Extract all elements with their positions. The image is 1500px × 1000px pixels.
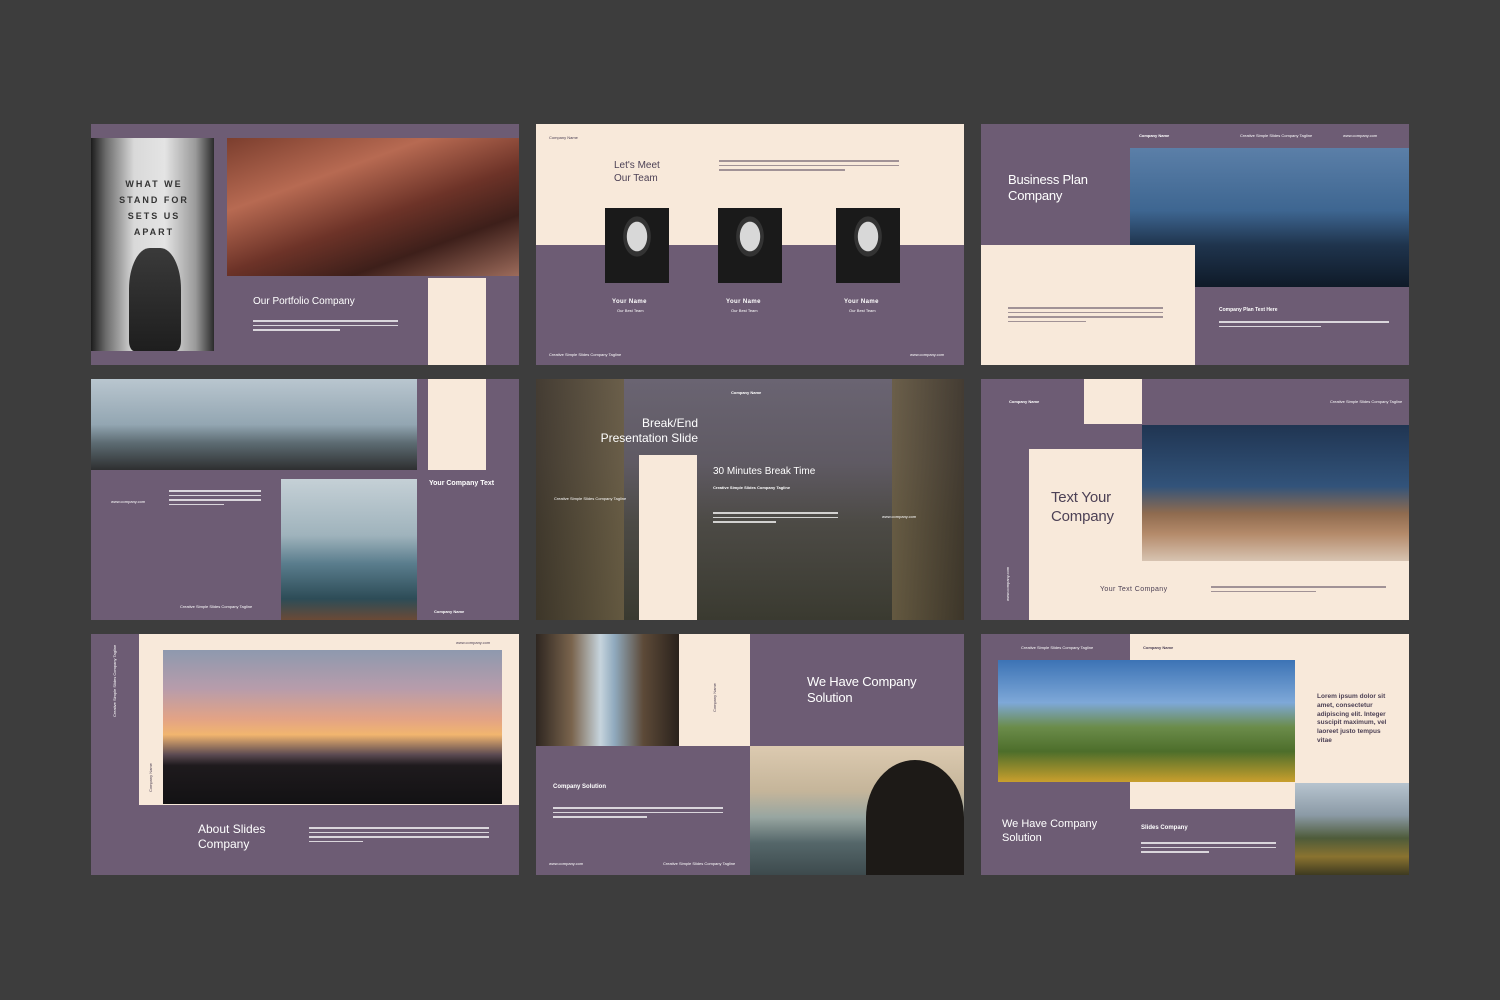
sunset-photo [163,650,502,804]
solution-title: We Have Company Solution [807,674,917,705]
footer-tagline: Creative Simple Slides Company Tagline [663,861,736,866]
member-photo-1 [605,208,669,283]
footer-website: www.company.com [549,861,584,866]
slide-about[interactable]: www.company.com Creative Simple Slides C… [91,634,519,875]
your-company-title: Your Company Text [429,480,495,487]
surf-photo [750,746,964,875]
vertical-company: Company Name [712,683,717,712]
slide-text-company[interactable]: Company Name Creative Simple Slides Comp… [981,379,1409,620]
footer-company: Company Name [434,609,465,614]
member-role-2: Our Best Team [731,308,758,313]
quote-text: Lorem ipsum dolor sit amet, consectetur … [1317,693,1387,744]
slide-we-have[interactable]: Creative Simple Slides Company Tagline C… [981,634,1409,875]
we-have-body [1141,842,1276,853]
about-title: About Slides Company [198,822,266,851]
slide-business-plan[interactable]: Company Name Creative Simple Slides Comp… [981,124,1409,365]
member-role-1: Our Best Team [617,308,644,313]
plan-body [1008,307,1163,323]
company-name: Company Name [549,135,578,140]
slide-break[interactable]: Company Name Break/End Presentation Slid… [536,379,964,620]
break-website: www.company.com [882,514,917,519]
slide-portfolio[interactable]: WHAT WE STAND FOR SETS US APART Our Port… [91,124,519,365]
cave-photo [536,634,679,746]
header-tagline: Creative Simple Slides Company Tagline [1330,399,1403,404]
team-title: Let's Meet Our Team [614,160,660,184]
cream-block [428,278,486,365]
meadow-photo [998,660,1295,782]
sign-text: WHAT WE STAND FOR SETS US APART [119,179,189,237]
canyon-photo [227,138,519,276]
cream-block [981,245,1195,365]
slides-company-subtitle: Slides Company [1141,825,1188,831]
member-photo-2 [718,208,782,283]
beach-photo [91,379,417,470]
lake-photo [281,479,417,620]
business-title: Business Plan Company [1008,172,1088,203]
person-silhouette [866,760,964,875]
break-title: Break/End Presentation Slide [600,416,698,445]
vertical-company: Company Name [148,763,153,792]
cream-block [428,379,486,470]
member-name-1: Your Name [612,299,647,305]
about-body [309,827,489,843]
flowers-photo [1295,783,1409,875]
sign-photo: WHAT WE STAND FOR SETS US APART [91,138,214,351]
cream-block [639,455,697,620]
plan-subtitle: Company Plan Text Here [1219,307,1278,313]
tent-right [892,379,964,620]
member-name-2: Your Name [726,299,761,305]
portfolio-body [253,320,398,331]
company-name: Company Name [1143,645,1174,650]
slide-team[interactable]: Company Name Let's Meet Our Team Your Na… [536,124,964,365]
body-text [169,490,261,506]
member-photo-3 [836,208,900,283]
company-name: Company Name [731,390,762,395]
slide-solution[interactable]: Company Name We Have Company Solution Co… [536,634,964,875]
vertical-tagline: Creative Simple Slides Company Tagline [112,644,117,717]
footer-tagline: Creative Simple Slides Company Tagline [180,604,253,609]
text-company-title: Text Your Company [1051,489,1114,525]
company-name: Company Name [1139,133,1170,138]
break-subtitle: 30 Minutes Break Time [713,466,816,477]
company-name: Company Name [1009,399,1040,404]
rocks-photo [1142,425,1409,561]
text-company-subtitle: Your Text Company [1100,586,1168,593]
break-tagline: Creative Simple Slides Company Tagline [713,485,791,490]
member-role-3: Our Best Team [849,308,876,313]
solution-body [553,807,723,818]
plan-subtitle-body [1219,321,1389,328]
header-website: www.company.com [1343,133,1378,138]
header-tagline: Creative Simple Slides Company Tagline [1240,133,1313,138]
footer-website: www.company.com [910,352,945,357]
left-tagline: Creative Simple Slides Company Tagline [554,496,627,501]
portfolio-title: Our Portfolio Company [253,296,355,307]
break-body [713,512,838,523]
slide-your-company[interactable]: www.company.com Your Company Text Creati… [91,379,519,620]
text-company-body [1211,586,1386,593]
header-tagline: Creative Simple Slides Company Tagline [1021,645,1094,650]
cream-square [1084,379,1142,424]
solution-subtitle: Company Solution [553,784,606,790]
vertical-website: www.company.com [1005,566,1010,601]
member-name-3: Your Name [844,299,879,305]
we-have-title: We Have Company Solution [1002,818,1098,845]
website: www.company.com [456,640,491,645]
woman-silhouette [129,248,181,351]
team-body [719,160,899,171]
footer-tagline: Creative Simple Slides Company Tagline [549,352,622,357]
website: www.company.com [111,499,146,504]
